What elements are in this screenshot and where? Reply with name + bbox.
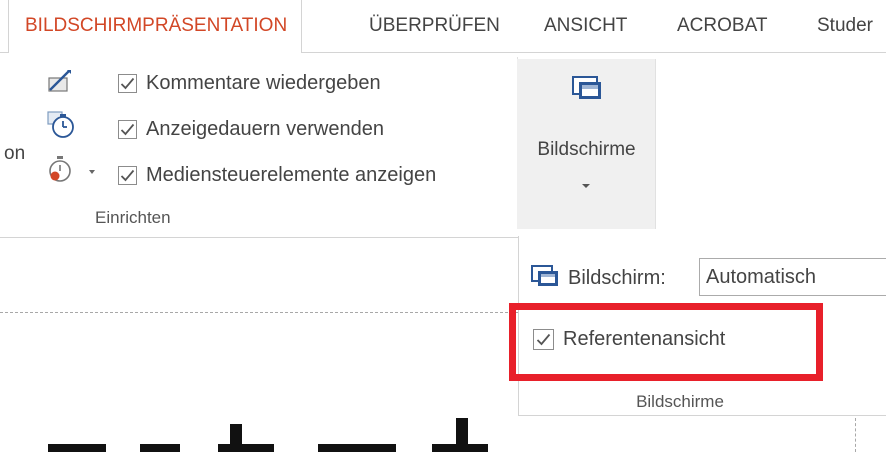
tab-review[interactable]: ÜBERPRÜFEN: [369, 0, 500, 52]
tab-acrobat[interactable]: ACROBAT: [677, 0, 767, 52]
checkbox-presenter-view[interactable]: [533, 329, 554, 350]
option-label: Anzeigedauern verwenden: [146, 117, 384, 140]
checkbox-play-narrations[interactable]: [118, 73, 137, 93]
check-icon: [120, 123, 135, 135]
monitors-icon: [570, 73, 604, 108]
slide-placeholder-border: [855, 418, 856, 452]
monitor-select-label: Bildschirm:: [568, 267, 666, 289]
checkbox-use-timings[interactable]: [118, 119, 137, 139]
option-use-timings[interactable]: Anzeigedauern verwenden: [118, 114, 384, 144]
tab-view[interactable]: ANSICHT: [544, 0, 627, 52]
presenter-view-label: Referentenansicht: [563, 328, 726, 350]
check-icon: [536, 333, 551, 346]
chevron-down-icon: [89, 170, 95, 174]
ribbon-panel: on Kommentare wiedergeben Anzeigedauern …: [0, 52, 886, 238]
monitor-select[interactable]: Automatisch: [699, 258, 886, 296]
timer-icon: [46, 110, 76, 145]
monitors-button[interactable]: Bildschirme: [517, 59, 656, 229]
tab-slide-show[interactable]: BILDSCHIRMPRÄSENTATION: [8, 0, 303, 53]
pen-annotation-icon: [46, 69, 72, 98]
group-label-setup: Einrichten: [95, 208, 171, 227]
ribbon-tab-bar: BILDSCHIRMPRÄSENTATION ÜBERPRÜFEN ANSICH…: [0, 0, 886, 53]
group-label-monitors: Bildschirme: [636, 392, 724, 411]
cut-off-button-label: on: [4, 143, 26, 164]
option-presenter-view[interactable]: Referentenansicht: [533, 328, 725, 351]
tab-student[interactable]: Studer: [817, 0, 873, 52]
option-play-narrations[interactable]: Kommentare wiedergeben: [118, 68, 381, 98]
option-label: Mediensteuerelemente anzeigen: [146, 163, 437, 186]
slide-title-text-fragment: [48, 418, 548, 452]
option-show-media-controls[interactable]: Mediensteuerelemente anzeigen: [118, 160, 436, 190]
option-label: Kommentare wiedergeben: [146, 71, 381, 94]
monitor-icon: [529, 262, 563, 297]
chevron-down-icon: [580, 177, 592, 195]
check-icon: [120, 77, 135, 89]
check-icon: [120, 169, 135, 181]
monitors-button-label: Bildschirme: [537, 139, 636, 160]
monitors-dropdown-panel: Bildschirm: Automatisch Referentenansich…: [518, 236, 886, 416]
media-stopwatch-icon[interactable]: [47, 153, 99, 190]
checkbox-show-media-controls[interactable]: [118, 165, 137, 185]
slide-placeholder-border: [0, 312, 518, 313]
